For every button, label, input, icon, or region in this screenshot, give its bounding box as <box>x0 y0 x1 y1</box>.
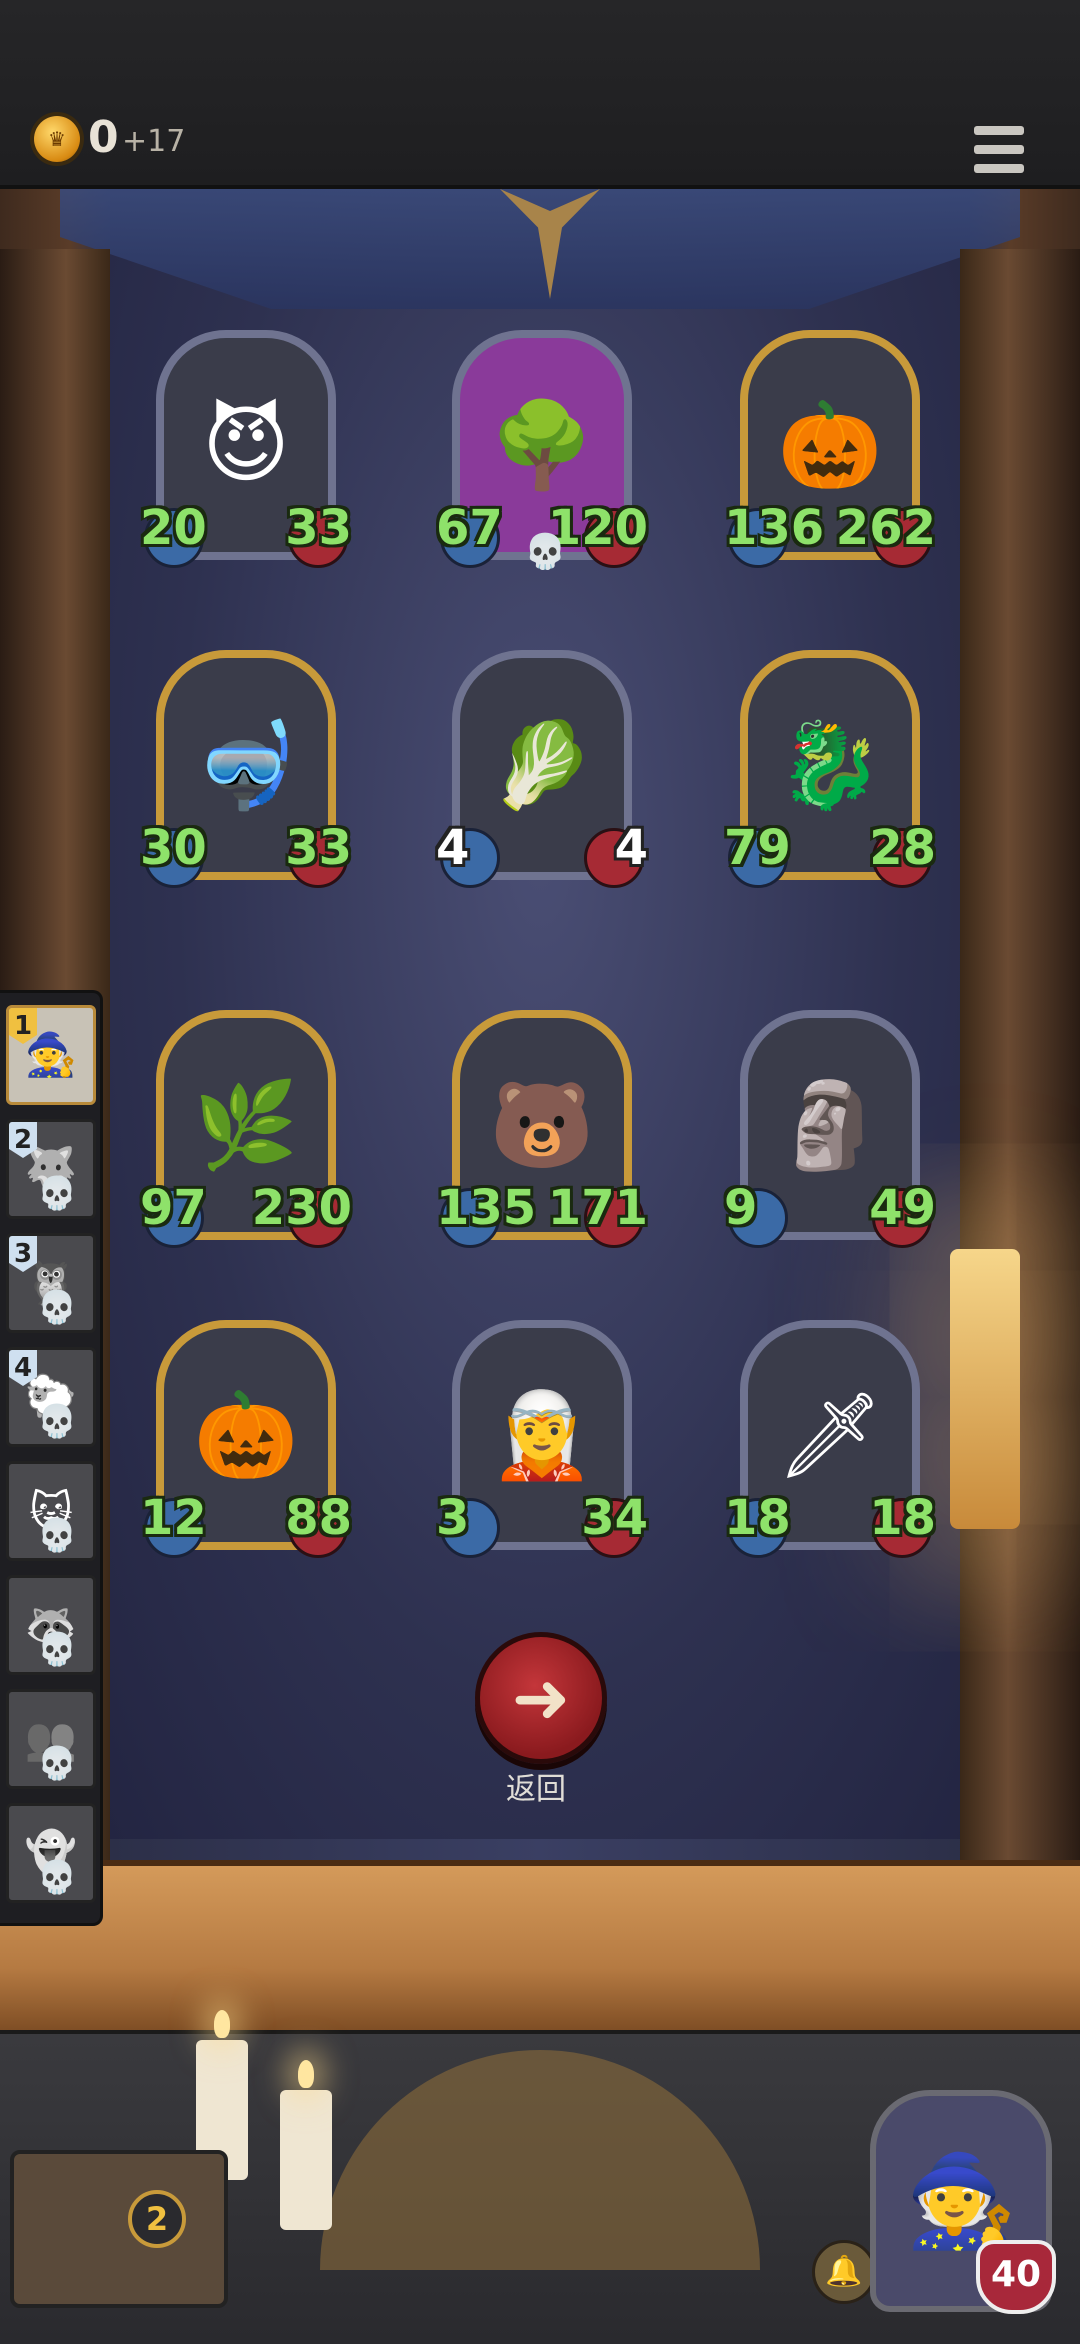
skull-icon: 💀 <box>37 1858 77 1896</box>
card-attack: 9 <box>724 1180 758 1236</box>
party-slot[interactable]: 🧙 1 <box>6 1005 96 1105</box>
party-slot[interactable]: 🦉 💀 3 <box>6 1233 96 1333</box>
card-attack: 18 <box>724 1490 791 1546</box>
card-leaf-haired-girl[interactable]: 🌿 97 230 <box>140 1010 352 1250</box>
party-slot[interactable]: 👥 💀 <box>6 1689 96 1789</box>
card-health: 230 <box>251 1180 352 1236</box>
card-health: 262 <box>835 500 936 556</box>
gold-delta: +17 <box>122 124 186 159</box>
back-label: 返回 <box>506 1772 566 1807</box>
top-bar: ♛ 0 +17 <box>0 0 1080 189</box>
card-attack: 30 <box>140 820 207 876</box>
card-health: 28 <box>869 820 936 876</box>
card-attack: 67 <box>436 500 503 556</box>
right-pillar <box>960 249 1080 1869</box>
bell-icon[interactable]: 🔔 <box>812 2240 876 2304</box>
card-health: 33 <box>285 500 352 556</box>
card-diver-helmet-brute[interactable]: 🤿 30 33 <box>140 650 352 890</box>
card-health: 171 <box>547 1180 648 1236</box>
card-health: 88 <box>285 1490 352 1546</box>
card-attack: 12 <box>140 1490 207 1546</box>
party-slot[interactable]: 🦝 💀 <box>6 1575 96 1675</box>
card-attack: 3 <box>436 1490 470 1546</box>
card-purple-tree-ent[interactable]: 🌳 67 120 💀 <box>436 330 648 572</box>
card-pumpkin-stack[interactable]: 🎃 136 262 <box>724 330 936 570</box>
skull-icon: 💀 <box>37 1516 77 1554</box>
arrow-left-icon: ➜ <box>511 1657 571 1739</box>
card-health: 4 <box>614 820 648 876</box>
wooden-table <box>0 1860 1080 2036</box>
skull-icon: 💀 <box>37 1630 77 1668</box>
hero-hp-badge: 40 <box>976 2240 1056 2314</box>
candle <box>280 2090 332 2230</box>
wall-lamp <box>950 1249 1020 1529</box>
card-angry-radish[interactable]: 🥬 4 4 <box>436 650 648 890</box>
card-health: 33 <box>285 820 352 876</box>
party-slot[interactable]: 🐱 💀 <box>6 1461 96 1561</box>
skull-icon: 💀 <box>37 1288 77 1326</box>
deck-count-badge: 2 <box>128 2190 186 2248</box>
card-health: 34 <box>581 1490 648 1546</box>
party-slot[interactable]: 👻 💀 <box>6 1803 96 1903</box>
card-attack: 136 <box>724 500 825 556</box>
back-button[interactable]: ➜ <box>475 1632 607 1764</box>
crown-coin-icon: ♛ <box>34 116 80 162</box>
card-health: 49 <box>869 1180 936 1236</box>
candle-flame <box>298 2060 314 2088</box>
card-attack: 135 <box>436 1180 537 1236</box>
party-slot[interactable]: 🐺 💀 2 <box>6 1119 96 1219</box>
card-cursed-sword[interactable]: 🗡 18 18 <box>724 1320 936 1560</box>
card-pumpkin-leaf-sprite[interactable]: 🎃 12 88 <box>140 1320 352 1560</box>
card-stone-golem[interactable]: 🗿 9 49 <box>724 1010 936 1250</box>
deck-chest[interactable] <box>10 2150 228 2308</box>
card-attack: 20 <box>140 500 207 556</box>
party-sidebar: 🧙 1 🐺 💀 2 🦉 💀 3 🐑 💀 4 🐱 💀 🦝 💀 👥 💀 👻 💀 <box>0 990 103 1926</box>
skull-icon: 💀 <box>37 1402 77 1440</box>
gold-count: 0 <box>88 112 119 163</box>
card-attack: 97 <box>140 1180 207 1236</box>
skull-icon: 💀 <box>37 1744 77 1782</box>
menu-icon[interactable] <box>974 126 1024 174</box>
party-slot[interactable]: 🐑 💀 4 <box>6 1347 96 1447</box>
card-blue-hat-elf[interactable]: 🧝 3 34 <box>436 1320 648 1560</box>
skull-icon: 💀 <box>37 1174 77 1212</box>
candle-flame <box>214 2010 230 2038</box>
card-purple-dragon[interactable]: 🐉 79 28 <box>724 650 936 890</box>
card-attack: 79 <box>724 820 791 876</box>
card-health: 18 <box>869 1490 936 1546</box>
skull-icon: 💀 <box>524 532 567 572</box>
card-green-grin-monster[interactable]: 😈 20 33 <box>140 330 352 570</box>
card-hooded-bear[interactable]: 🐻 135 171 <box>436 1010 648 1250</box>
card-attack: 4 <box>436 820 470 876</box>
